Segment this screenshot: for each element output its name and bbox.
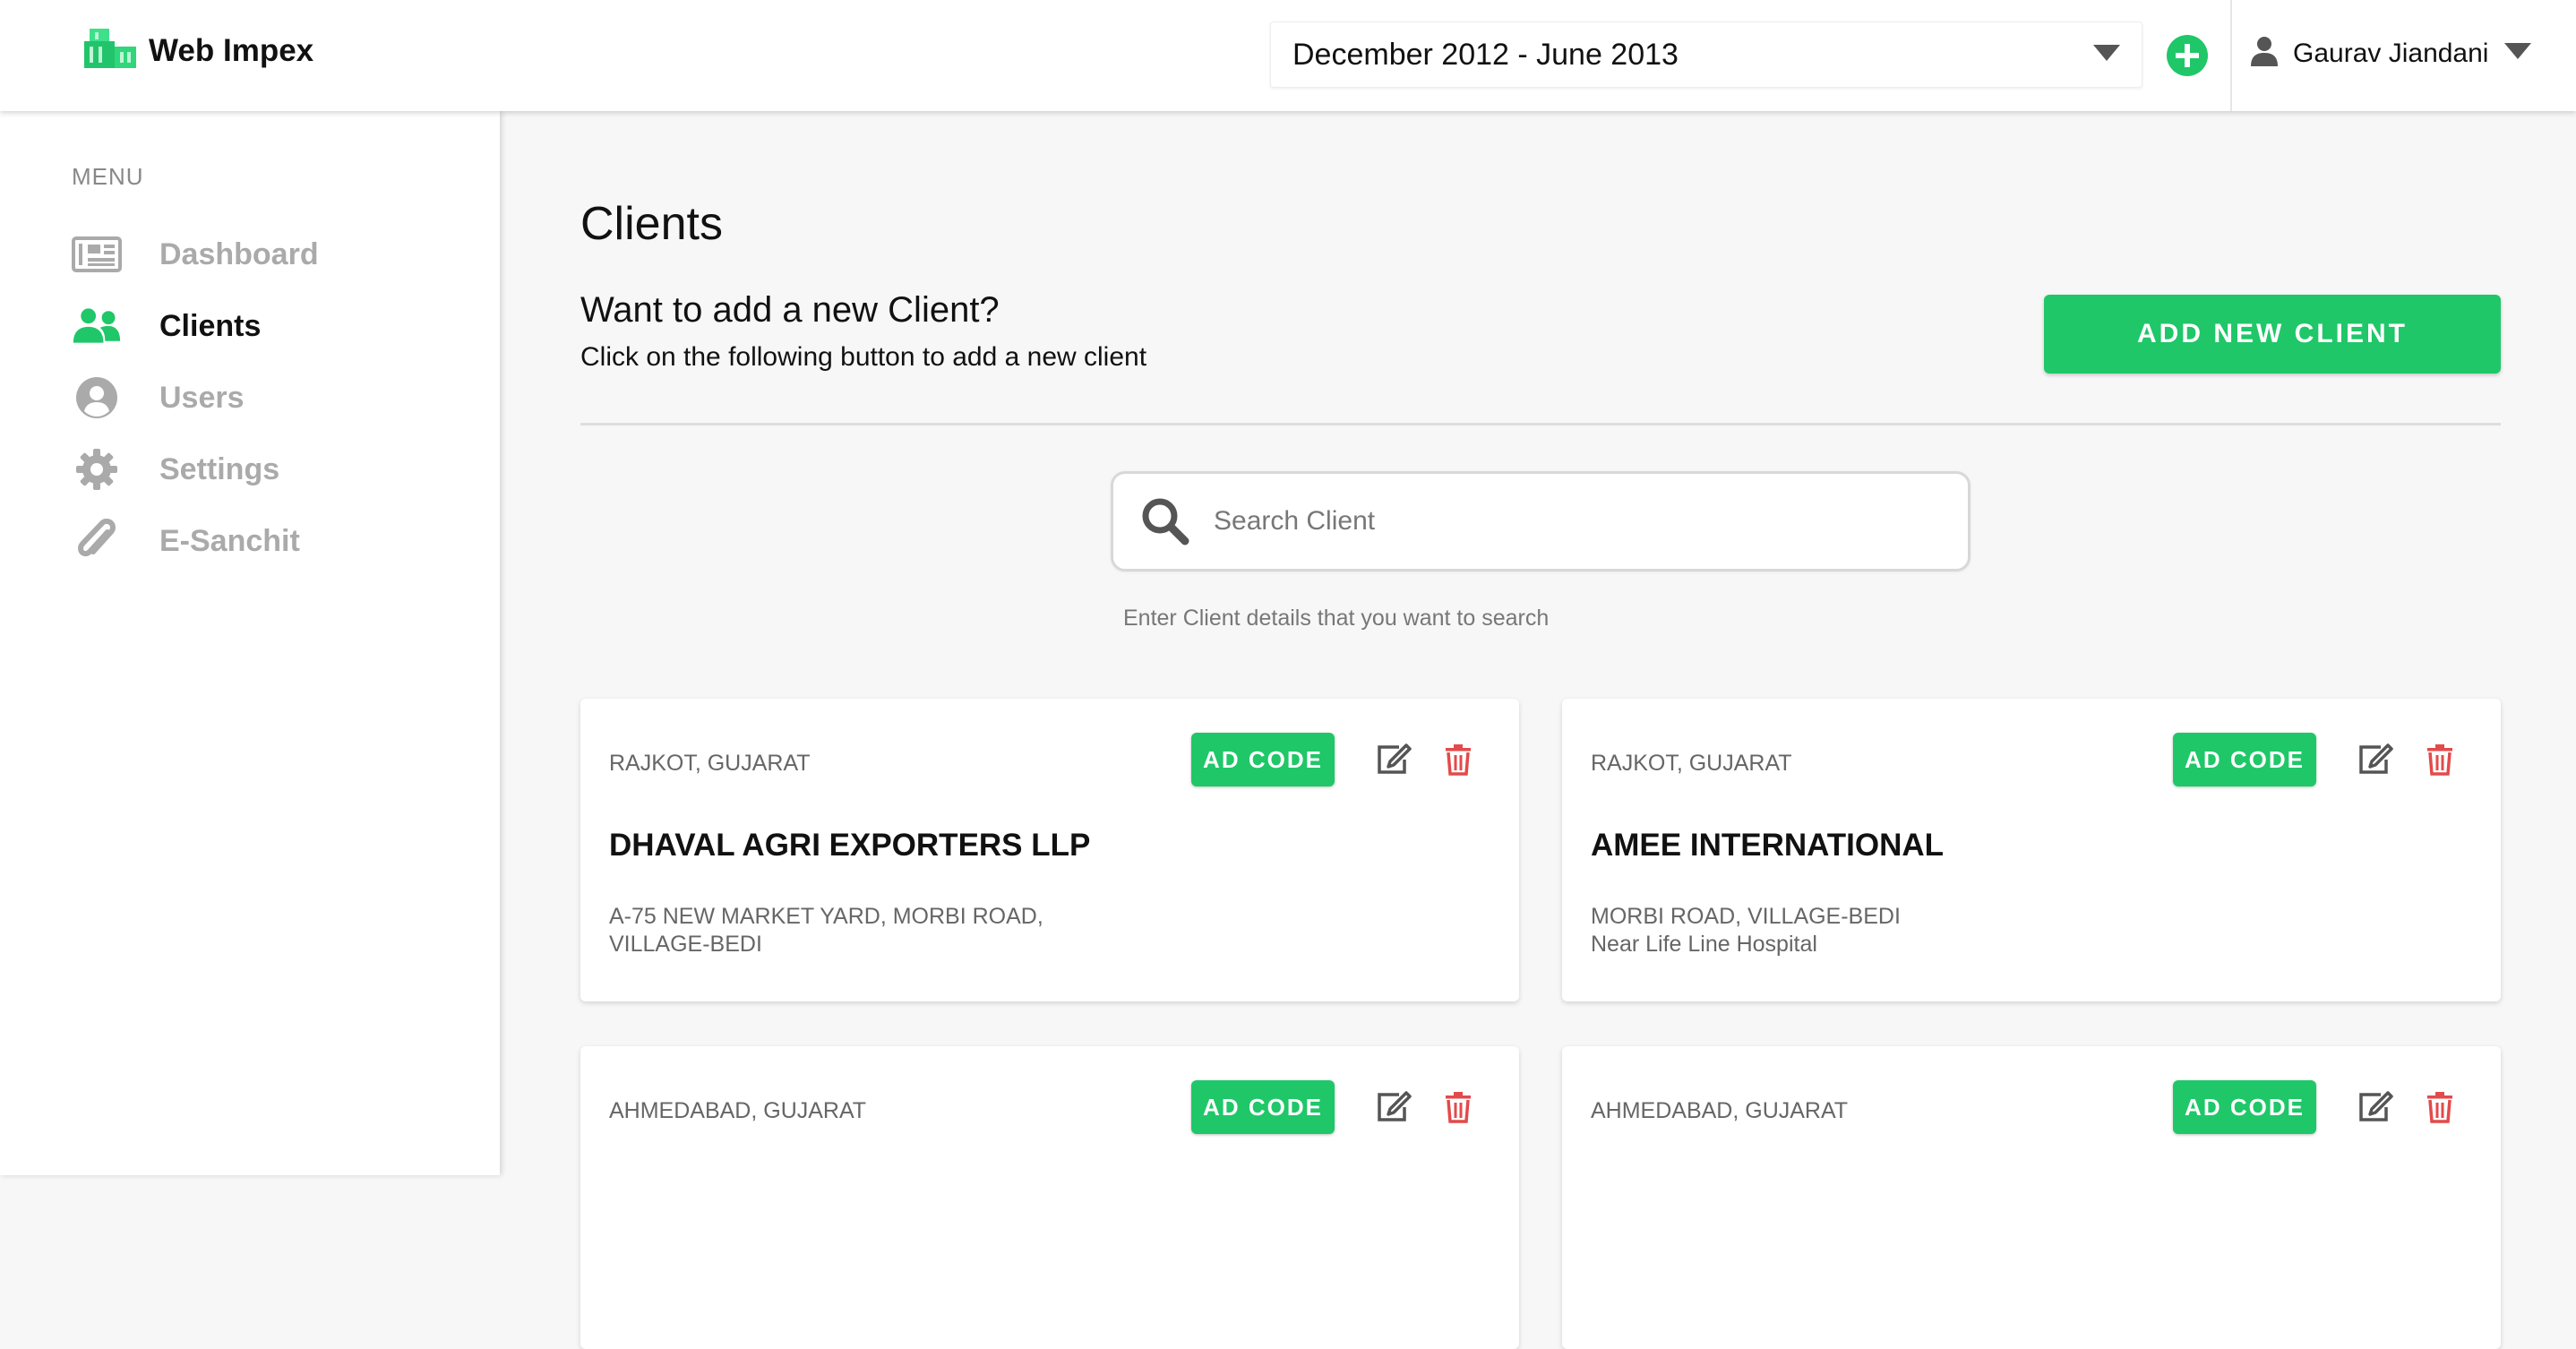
- sidebar-item-clients[interactable]: Clients: [72, 290, 319, 362]
- sidebar-nav: Dashboard Clients Users Settings E-Sanch…: [72, 219, 319, 577]
- client-card: RAJKOT, GUJARAT AD CODE DHAVAL AGRI EXPO…: [580, 699, 1519, 1001]
- ad-code-button[interactable]: AD CODE: [2173, 733, 2316, 786]
- sidebar-item-users[interactable]: Users: [72, 362, 319, 434]
- users-icon: [72, 301, 122, 351]
- ad-code-button[interactable]: AD CODE: [2173, 1080, 2316, 1134]
- address-line: VILLAGE-BEDI: [609, 932, 762, 957]
- container-logo-icon: [82, 27, 140, 74]
- sidebar-item-label: Dashboard: [159, 236, 319, 271]
- client-location: AHMEDABAD, GUJARAT: [609, 1098, 867, 1123]
- client-location: RAJKOT, GUJARAT: [609, 751, 811, 776]
- edit-icon[interactable]: [1376, 743, 1412, 780]
- user-icon: [2250, 36, 2279, 71]
- plus-circle-icon: [2166, 35, 2209, 81]
- client-card: AHMEDABAD, GUJARAT AD CODE: [1562, 1046, 2501, 1349]
- user-menu[interactable]: Gaurav Jiandani: [2250, 36, 2532, 71]
- sidebar-item-label: Users: [159, 380, 245, 415]
- edit-icon[interactable]: [2357, 743, 2393, 780]
- sidebar-item-label: E-Sanchit: [159, 523, 300, 558]
- main-content: Clients Want to add a new Client? Click …: [500, 111, 2576, 1349]
- sidebar-item-settings[interactable]: Settings: [72, 434, 319, 505]
- search-hint: Enter Client details that you want to se…: [1123, 606, 1550, 631]
- sidebar-item-dashboard[interactable]: Dashboard: [72, 219, 319, 290]
- trash-icon[interactable]: [1444, 743, 1473, 780]
- search-input[interactable]: [1212, 505, 1932, 537]
- menu-label: MENU: [72, 163, 144, 190]
- address-line: MORBI ROAD, VILLAGE-BEDI: [1591, 904, 1901, 929]
- address-line: Near Life Line Hospital: [1591, 932, 1817, 957]
- newspaper-icon: [72, 229, 122, 279]
- search-box[interactable]: [1111, 471, 1971, 571]
- edit-icon[interactable]: [2357, 1091, 2393, 1128]
- gear-icon: [72, 444, 122, 494]
- add-plus-button[interactable]: [2166, 34, 2209, 82]
- caret-down-icon: [2504, 43, 2532, 64]
- search-icon: [1140, 496, 1190, 546]
- header-divider: [2230, 0, 2232, 111]
- client-location: AHMEDABAD, GUJARAT: [1591, 1098, 1849, 1123]
- ad-code-button[interactable]: AD CODE: [1191, 733, 1335, 786]
- ad-code-button[interactable]: AD CODE: [1191, 1080, 1335, 1134]
- trash-icon[interactable]: [2426, 743, 2454, 780]
- trash-icon[interactable]: [1444, 1091, 1473, 1128]
- top-header: Web Impex December 2012 - June 2013 Gaur…: [0, 0, 2576, 111]
- section-divider: [580, 423, 2501, 425]
- trash-icon[interactable]: [2426, 1091, 2454, 1128]
- add-new-client-button[interactable]: ADD NEW CLIENT: [2044, 295, 2501, 374]
- paperclip-icon: [72, 516, 122, 566]
- caret-down-icon: [2093, 44, 2120, 65]
- edit-icon[interactable]: [1376, 1091, 1412, 1128]
- add-client-subtext: Click on the following button to add a n…: [580, 342, 1147, 372]
- user-name: Gaurav Jiandani: [2293, 38, 2489, 68]
- sidebar-item-label: Clients: [159, 308, 262, 343]
- add-client-heading: Want to add a new Client?: [580, 290, 1000, 330]
- address-line: A-75 NEW MARKET YARD, MORBI ROAD,: [609, 904, 1043, 929]
- client-card: RAJKOT, GUJARAT AD CODE AMEE INTERNATION…: [1562, 699, 2501, 1001]
- sidebar-item-label: Settings: [159, 451, 280, 486]
- client-location: RAJKOT, GUJARAT: [1591, 751, 1792, 776]
- user-circle-icon: [72, 373, 122, 423]
- client-card: AHMEDABAD, GUJARAT AD CODE: [580, 1046, 1519, 1349]
- page-title: Clients: [580, 198, 723, 250]
- brand-name: Web Impex: [149, 32, 314, 68]
- sidebar: MENU Dashboard Clients Users Settings E-…: [0, 111, 500, 1175]
- client-name: AMEE INTERNATIONAL: [1591, 828, 1945, 863]
- client-name: DHAVAL AGRI EXPORTERS LLP: [609, 828, 1091, 863]
- client-address: A-75 NEW MARKET YARD, MORBI ROAD, VILLAG…: [609, 903, 1043, 958]
- client-address: MORBI ROAD, VILLAGE-BEDI Near Life Line …: [1591, 903, 1901, 958]
- period-select[interactable]: December 2012 - June 2013: [1270, 21, 2142, 88]
- sidebar-item-e-sanchit[interactable]: E-Sanchit: [72, 505, 319, 577]
- period-value: December 2012 - June 2013: [1292, 37, 1679, 72]
- brand[interactable]: Web Impex: [82, 27, 313, 74]
